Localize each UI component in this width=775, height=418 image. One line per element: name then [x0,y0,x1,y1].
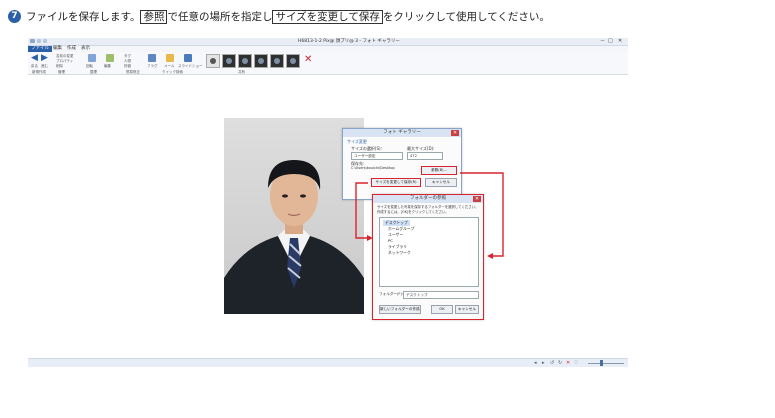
arrow-browse-to-folder [460,172,504,257]
status-bar [28,358,628,367]
arrow-head [367,235,373,241]
zoom-slider-thumb[interactable] [600,360,603,366]
next-icon[interactable]: ▸ [542,361,545,366]
arrow-head [487,253,493,259]
instruction-part: ファイルを保存します。 [26,11,141,23]
callout-arrows [355,172,504,259]
delete-icon[interactable]: ✕ [566,361,570,366]
instruction-part: をクリックして使用してください。 [382,11,550,23]
photo-gallery-window: H6813-1-2 Pix@ 顔プリ@ 3 - フォト ギャラリー － □ ✕ … [28,38,628,368]
instruction-text: ファイルを保存します。 参照 で任意の場所を指定し サイズを変更して保存 をクリックして… [26,9,550,25]
resize-save-button-reference: サイズを変更して保存 [272,10,383,24]
rotate-right-icon[interactable]: ↻ [558,361,562,366]
zoom-slider[interactable] [588,363,624,364]
arrow-save-to-folder [355,182,370,239]
heart-icon[interactable]: ♡ [574,361,578,366]
browse-button-reference: 参照 [140,10,168,24]
rotate-left-icon[interactable]: ↺ [550,361,554,366]
instruction-part: で任意の場所を指定し [167,11,273,23]
previous-icon[interactable]: ◂ [534,361,537,366]
step-number-badge: 7 [8,10,21,23]
